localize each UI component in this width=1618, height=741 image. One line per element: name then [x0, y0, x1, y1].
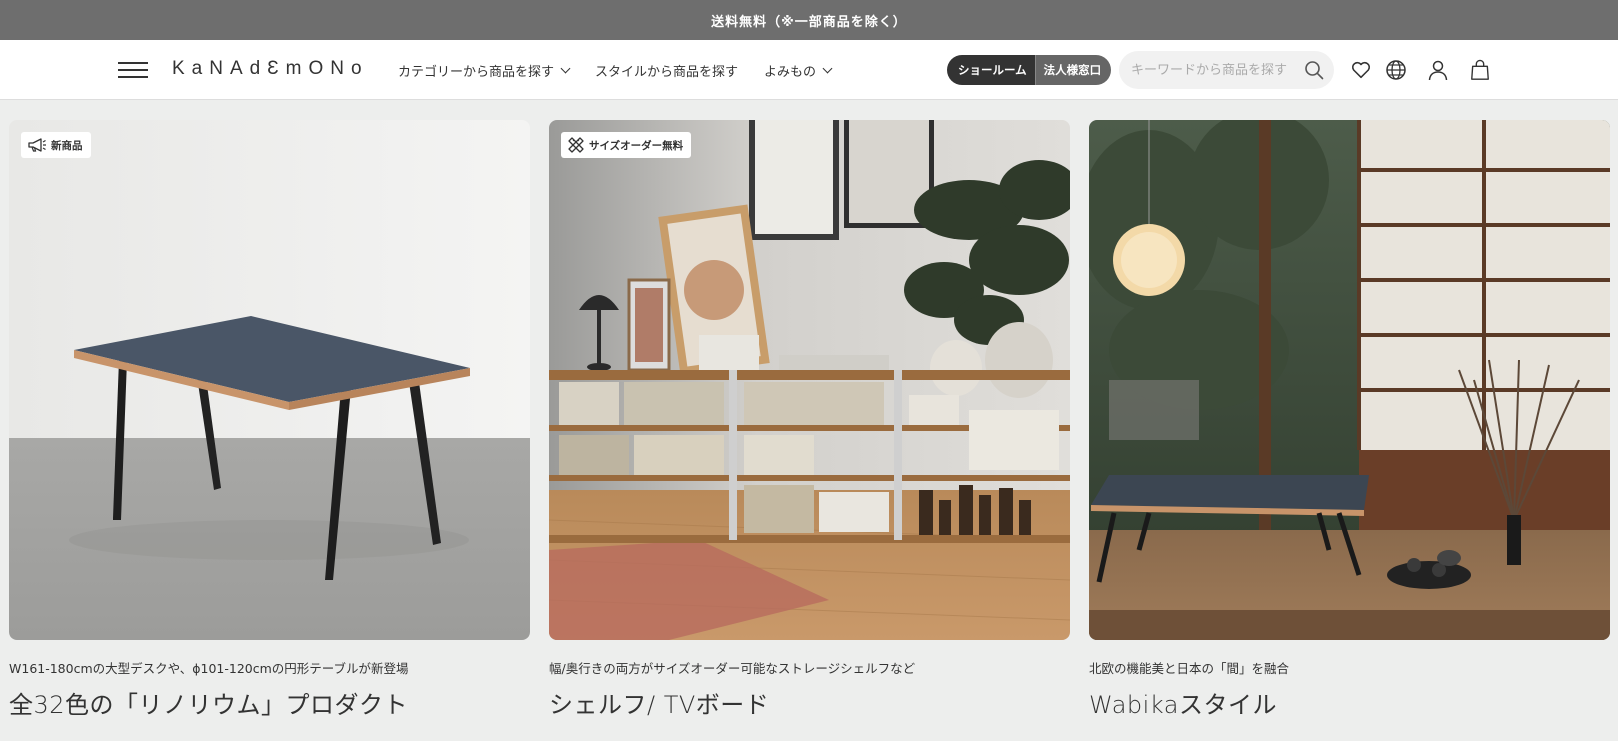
nav-style-label: スタイルから商品を探す	[595, 64, 739, 80]
chevron-down-icon	[560, 63, 571, 73]
card-subtitle: 幅/奥行きの両方がサイズオーダー可能なストレージシェルフなど	[549, 661, 916, 676]
nav-category[interactable]: カテゴリーから商品を探す	[398, 61, 571, 80]
menu-icon[interactable]	[118, 60, 150, 80]
search-icon[interactable]	[1304, 60, 1324, 80]
showroom-corporate-group: ショールーム 法人様窓口	[947, 55, 1112, 85]
showroom-button[interactable]: ショールーム	[947, 55, 1035, 85]
card-badge: 新商品	[21, 132, 91, 158]
search-box	[1119, 51, 1334, 89]
nav-reading-label: よみもの	[764, 64, 817, 80]
card-title[interactable]: Wabikaスタイル	[1089, 685, 1610, 720]
announcement-text: 送料無料（※一部商品を除く）	[711, 14, 907, 30]
card-subtitle: W161-180cmの大型デスクや、ϕ101-120cmの円形テーブルが新登場	[9, 661, 409, 676]
card-image-desk[interactable]: 新商品	[9, 120, 530, 640]
nav-category-label: カテゴリーから商品を探す	[398, 64, 555, 80]
card-badge: サイズオーダー無料	[561, 132, 692, 158]
ruler-icon	[568, 137, 584, 153]
nav-style[interactable]: スタイルから商品を探す	[595, 61, 738, 80]
card-subtitle: 北欧の機能美と日本の「間」を融合	[1089, 661, 1290, 676]
cart-icon[interactable]	[1467, 56, 1493, 84]
card-image-shelf[interactable]: サイズオーダー無料	[549, 120, 1070, 640]
announcement-bar: 送料無料（※一部商品を除く）	[0, 0, 1618, 40]
main-nav: カテゴリーから商品を探す スタイルから商品を探す よみもの	[398, 40, 857, 100]
card-title[interactable]: 全32色の「リノリウム」プロダクト	[9, 685, 530, 720]
nav-reading[interactable]: よみもの	[764, 61, 833, 80]
feature-card-wabika[interactable]: 北欧の機能美と日本の「間」を融合 Wabikaスタイル	[1089, 120, 1610, 720]
user-icon[interactable]	[1425, 56, 1451, 84]
card-badge-label: サイズオーダー無料	[589, 139, 684, 152]
chevron-down-icon	[822, 63, 833, 73]
site-header: KaNAdƐmONo カテゴリーから商品を探す スタイルから商品を探す よみもの…	[0, 40, 1618, 100]
corporate-button[interactable]: 法人様窓口	[1034, 55, 1112, 85]
globe-icon[interactable]	[1383, 56, 1409, 84]
feature-card-linoleum[interactable]: 新商品 W161-180cmの大型デスクや、ϕ101-120cmの円形テーブルが…	[9, 120, 530, 720]
search-input[interactable]	[1131, 62, 1301, 78]
heart-icon[interactable]	[1348, 56, 1374, 84]
feature-card-shelf[interactable]: サイズオーダー無料 幅/奥行きの両方がサイズオーダー可能なストレージシェルフなど…	[549, 120, 1070, 720]
site-logo[interactable]: KaNAdƐmONo	[172, 58, 369, 80]
feature-cards: 新商品 W161-180cmの大型デスクや、ϕ101-120cmの円形テーブルが…	[9, 120, 1610, 720]
megaphone-icon	[28, 138, 46, 152]
card-title[interactable]: シェルフ/ TVボード	[549, 685, 1070, 720]
card-badge-label: 新商品	[51, 139, 83, 152]
card-image-wabika[interactable]	[1089, 120, 1610, 640]
